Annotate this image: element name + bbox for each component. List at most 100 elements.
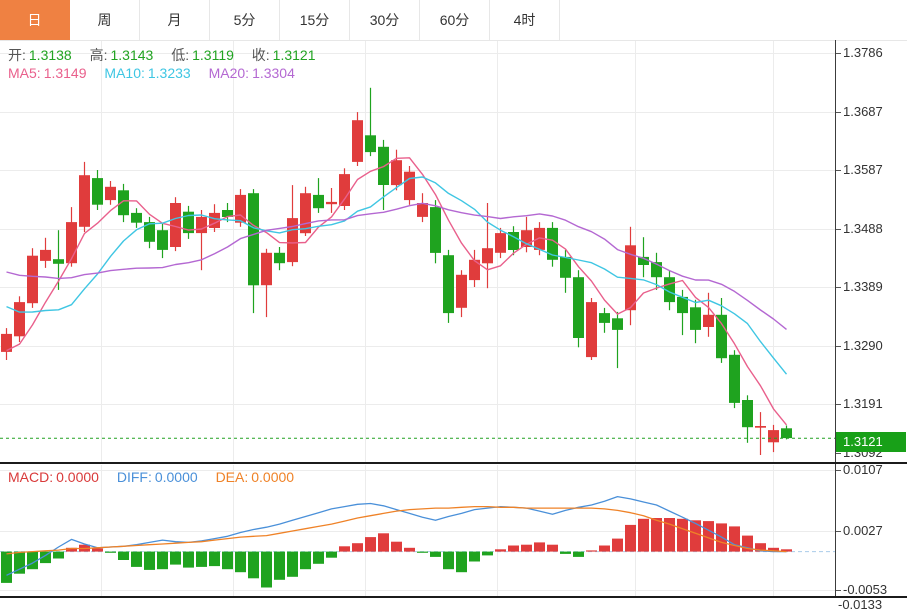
diff-value: 0.0000 <box>155 469 198 485</box>
macd-axis-label: 0.0107 <box>843 462 905 477</box>
candle-body <box>495 233 506 253</box>
macd-hist-bar <box>131 552 142 567</box>
dea-label: DEA: <box>216 469 249 485</box>
candle-body <box>339 174 350 206</box>
candle-body <box>40 250 51 261</box>
axis-tick <box>836 531 841 532</box>
high-value: 1.3143 <box>111 47 154 63</box>
candle-body <box>92 178 103 205</box>
candle-body <box>482 248 493 263</box>
candle-body <box>417 203 428 217</box>
close-value: 1.3121 <box>273 47 316 63</box>
candle-body <box>300 193 311 233</box>
macd-hist-bar <box>222 552 233 570</box>
tab-m5[interactable]: 5分 <box>210 0 280 40</box>
candle-body <box>248 193 259 285</box>
candle-body <box>599 313 610 323</box>
price-axis-label: 1.3786 <box>843 45 905 60</box>
candle-body <box>261 253 272 285</box>
tab-m15[interactable]: 15分 <box>280 0 350 40</box>
bottom-border <box>0 596 907 598</box>
candle-body <box>443 255 454 313</box>
macd-hist-bar <box>482 552 493 556</box>
ohlc-legend: 开:1.3138 高:1.3143 低:1.3119 收:1.3121 <box>8 45 319 65</box>
axis-tick <box>836 53 841 54</box>
macd-hist-bar <box>313 552 324 564</box>
macd-hist-bar <box>92 549 103 552</box>
macd-hist-bar <box>443 552 454 570</box>
macd-hist-bar <box>352 543 363 551</box>
macd-hist-bar <box>586 550 597 551</box>
macd-hist-bar <box>378 533 389 551</box>
candle-body <box>118 190 129 215</box>
macd-hist-bar <box>599 546 610 552</box>
candle-body <box>105 187 116 200</box>
tab-m30[interactable]: 30分 <box>350 0 420 40</box>
candle-body <box>703 315 714 327</box>
candle-body <box>404 172 415 200</box>
tab-day[interactable]: 日 <box>0 0 70 40</box>
axis-tick <box>836 170 841 171</box>
candlestick-chart[interactable] <box>0 40 835 463</box>
macd-axis-label: 0.0027 <box>843 523 905 538</box>
macd-hist-bar <box>157 552 168 570</box>
candle-body <box>612 318 623 330</box>
dea-value: 0.0000 <box>251 469 294 485</box>
candle-body <box>456 275 467 308</box>
ma5-label: MA5: <box>8 65 41 81</box>
macd-legend: MACD:0.0000 DIFF:0.0000 DEA:0.0000 <box>8 469 297 485</box>
candle-body <box>313 195 324 208</box>
macd-hist-bar <box>196 552 207 567</box>
axis-tick <box>836 229 841 230</box>
macd-hist-bar <box>118 552 129 560</box>
low-label: 低: <box>171 47 189 63</box>
candle-body <box>196 217 207 233</box>
macd-hist-bar <box>209 552 220 567</box>
open-label: 开: <box>8 47 26 63</box>
ma10-label: MA10: <box>104 65 144 81</box>
candle-body <box>690 307 701 330</box>
macd-hist-bar <box>248 552 259 579</box>
candle-body <box>742 400 753 427</box>
price-axis-label: 1.3389 <box>843 279 905 294</box>
macd-hist-bar <box>1 552 12 583</box>
high-label: 高: <box>90 47 108 63</box>
macd-label: MACD: <box>8 469 53 485</box>
ma10-value: 1.3233 <box>148 65 191 81</box>
candle-body <box>79 175 90 227</box>
close-label: 收: <box>252 47 270 63</box>
ma5-value: 1.3149 <box>44 65 87 81</box>
macd-hist-bar <box>495 549 506 551</box>
diff-label: DIFF: <box>117 469 152 485</box>
price-axis-label: 1.3687 <box>843 104 905 119</box>
candle-body <box>274 253 285 263</box>
candle-body <box>352 120 363 162</box>
price-axis-label: 1.3488 <box>843 221 905 236</box>
macd-value: 0.0000 <box>56 469 99 485</box>
macd-hist-bar <box>651 518 662 552</box>
macd-hist-bar <box>638 519 649 552</box>
axis-tick <box>836 404 841 405</box>
tab-month[interactable]: 月 <box>140 0 210 40</box>
macd-hist-bar <box>404 548 415 552</box>
macd-hist-bar <box>300 552 311 570</box>
candle-body <box>755 426 766 428</box>
tab-week[interactable]: 周 <box>70 0 140 40</box>
candle-body <box>14 302 25 336</box>
price-axis-label: 1.3587 <box>843 162 905 177</box>
macd-hist-bar <box>235 552 246 573</box>
macd-hist-bar <box>144 552 155 570</box>
tab-m60[interactable]: 60分 <box>420 0 490 40</box>
macd-hist-bar <box>183 552 194 568</box>
candle-body <box>53 259 64 264</box>
ma20-value: 1.3304 <box>252 65 295 81</box>
macd-hist-bar <box>625 525 636 552</box>
macd-axis-label: -0.0053 <box>843 582 905 597</box>
tab-h4[interactable]: 4时 <box>490 0 560 40</box>
macd-hist-bar <box>417 552 428 553</box>
price-axis-label: 1.3290 <box>843 338 905 353</box>
candle-body <box>716 315 727 358</box>
macd-hist-bar <box>365 537 376 552</box>
candle-body <box>573 277 584 338</box>
candle-body <box>157 230 168 250</box>
